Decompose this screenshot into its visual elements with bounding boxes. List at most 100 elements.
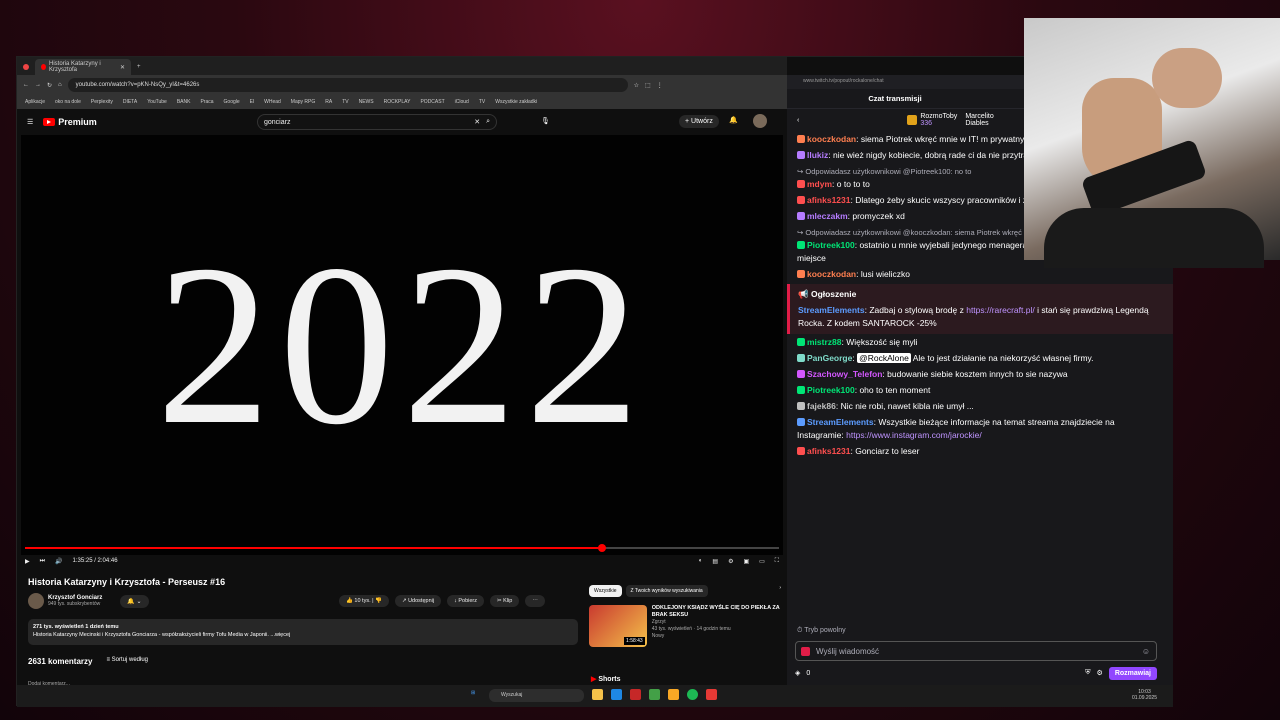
theater-icon[interactable]: ▭ — [759, 558, 765, 565]
emote-icon[interactable]: ☺ — [1142, 647, 1150, 656]
chat-input[interactable]: Wyślij wiadomość ☺ — [795, 641, 1157, 661]
clip-button[interactable]: ✂ Klip — [490, 595, 520, 607]
chat-mention[interactable]: @RockAlone — [857, 353, 911, 363]
chat-username[interactable]: StreamElements — [798, 305, 865, 315]
create-button[interactable]: + Utwórz — [679, 115, 719, 128]
points-icon[interactable]: ◈ — [795, 669, 800, 677]
description-box[interactable]: 271 tys. wyświetleń 1 dzień temu Histori… — [28, 619, 578, 645]
bookmark-item[interactable]: PODCAST — [420, 99, 444, 105]
clock[interactable]: 10:03 01.09.2025 — [1132, 689, 1157, 701]
related-video[interactable]: 1:58:43 ODKLEJONY KSIĄDZ WYŚLE CIĘ DO PI… — [589, 605, 781, 647]
taskbar-search[interactable]: Wyszukaj — [489, 689, 584, 702]
spotify-icon[interactable] — [687, 689, 698, 700]
close-icon[interactable]: ✕ — [120, 64, 125, 71]
bookmark-item[interactable]: RA — [325, 99, 332, 105]
more-icon[interactable]: ⋯ — [525, 595, 545, 607]
bookmark-item[interactable]: El — [250, 99, 254, 105]
tab-active[interactable]: Historia Katarzyny i Krzysztofa ✕ — [35, 59, 131, 75]
download-button[interactable]: ↓ Pobierz — [447, 595, 485, 607]
search-icon[interactable]: ⌕ — [486, 118, 490, 126]
bookmark-item[interactable]: oko na dole — [55, 99, 81, 105]
hamburger-icon[interactable]: ☰ — [27, 118, 33, 126]
chat-username[interactable]: mistrz88 — [807, 337, 842, 347]
chat-username[interactable]: Piotreek100 — [807, 240, 855, 250]
related-thumbnail[interactable]: 1:58:43 — [589, 605, 647, 647]
chip-search[interactable]: Z Twoich wyników wyszukiwania — [625, 585, 708, 597]
subtitles-icon[interactable]: ▤ — [712, 558, 718, 565]
chat-username[interactable]: llukiz — [807, 150, 828, 160]
volume-icon[interactable]: 🔊 — [55, 558, 62, 565]
channel-avatar[interactable] — [28, 593, 44, 609]
share-button[interactable]: ↗ Udostępnij — [394, 595, 442, 607]
chat-username[interactable]: Szachowy_Telefon — [807, 369, 882, 379]
bookmark-item[interactable]: Praca — [200, 99, 213, 105]
chat-link[interactable]: https://www.instagram.com/jarockie/ — [846, 430, 982, 440]
chat-username[interactable]: fajek86 — [807, 401, 836, 411]
bookmark-item[interactable]: WHead — [264, 99, 281, 105]
bookmark-item[interactable]: Wszystkie zakładki — [495, 99, 537, 105]
extensions-icon[interactable]: ⬚ — [645, 82, 651, 89]
bookmark-item[interactable]: NEWS — [359, 99, 374, 105]
clear-icon[interactable]: ✕ — [474, 118, 480, 126]
shield-icon[interactable]: ⛨ — [1085, 669, 1090, 677]
chat-username[interactable]: afinks1231 — [807, 446, 850, 456]
sort-button[interactable]: ≡ Sortuj według — [106, 657, 148, 666]
bookmark-item[interactable]: BANK — [177, 99, 191, 105]
video-player[interactable]: 2022 — [21, 135, 783, 555]
new-tab-button[interactable]: + — [131, 59, 147, 75]
chat-link[interactable]: https://rarecraft.pl/ — [966, 305, 1035, 315]
chat-username[interactable]: mleczakm — [807, 211, 848, 221]
bookmark-item[interactable]: Aplikacje — [25, 99, 45, 105]
progress-knob[interactable] — [598, 544, 607, 552]
progress-bar[interactable] — [25, 544, 779, 552]
edge-icon[interactable] — [611, 689, 622, 700]
chat-username[interactable]: afinks1231 — [807, 195, 850, 205]
mic-icon[interactable]: 🎙 — [541, 117, 550, 125]
folder-icon[interactable] — [592, 689, 603, 700]
bookmark-item[interactable]: Mapy RPG — [291, 99, 315, 105]
bookmark-item[interactable]: iCloud — [455, 99, 469, 105]
search-input[interactable]: gonciarz ✕ ⌕ — [257, 114, 497, 130]
reload-icon[interactable]: ↻ — [47, 82, 52, 89]
opera-icon[interactable] — [630, 689, 641, 700]
chat-username[interactable]: mdym — [807, 179, 832, 189]
chat-username[interactable]: StreamElements — [807, 417, 874, 427]
miniplayer-icon[interactable]: ▣ — [743, 558, 749, 565]
play-icon[interactable]: ▶ — [25, 558, 30, 565]
back-icon[interactable]: ← — [23, 82, 29, 88]
forward-icon[interactable]: → — [35, 82, 41, 88]
chat-send-button[interactable]: Rozmawiaj — [1108, 666, 1157, 680]
chat-username[interactable]: kooczkodan — [807, 269, 856, 279]
bookmark-item[interactable]: ROCKPLAY — [384, 99, 411, 105]
bookmark-item[interactable]: Google — [224, 99, 240, 105]
home-icon[interactable]: ⌂ — [58, 82, 62, 88]
fullscreen-icon[interactable]: ⛶ — [775, 558, 779, 565]
youtube-logo[interactable]: Premium — [43, 117, 97, 127]
bookmark-item[interactable]: DIETA — [123, 99, 137, 105]
collapse-icon[interactable]: ‹ — [797, 117, 799, 124]
top-user-1[interactable]: Marcelito — [965, 113, 993, 120]
chat-username[interactable]: PanGeorge — [807, 353, 852, 363]
chevron-right-icon[interactable]: › — [779, 585, 781, 597]
autoplay-toggle[interactable]: ◐ — [699, 558, 703, 565]
star-icon[interactable]: ☆ — [634, 82, 639, 89]
gift-leader[interactable]: RozmoToby 336 — [907, 113, 957, 127]
tab-icon-1[interactable] — [17, 59, 35, 75]
gear-icon[interactable]: ⚙ — [1097, 669, 1103, 677]
chat-username[interactable]: Piotreek100 — [807, 385, 855, 395]
url-input[interactable]: youtube.com/watch?v=pKN-NsQy_yI&t=4626s — [67, 78, 628, 92]
menu-icon[interactable]: ⋮ — [657, 82, 663, 89]
next-icon[interactable]: ⏭ — [40, 558, 45, 565]
windows-icon[interactable]: ⊞ — [471, 690, 475, 696]
like-button[interactable]: 👍 10 tys. | 👎 — [339, 595, 389, 607]
chat-username[interactable]: kooczkodan — [807, 134, 856, 144]
chip-all[interactable]: Wszystkie — [589, 585, 622, 597]
top-user-2[interactable]: Diables — [965, 120, 988, 127]
bookmark-item[interactable]: YouTube — [147, 99, 167, 105]
notes-icon[interactable] — [668, 689, 679, 700]
recorder-icon[interactable] — [706, 689, 717, 700]
bell-icon[interactable]: 🔔 — [729, 116, 738, 124]
avatar[interactable] — [753, 114, 767, 128]
subscribe-bell-button[interactable]: 🔔 ⌄ — [120, 594, 149, 608]
chrome-icon[interactable] — [649, 689, 660, 700]
